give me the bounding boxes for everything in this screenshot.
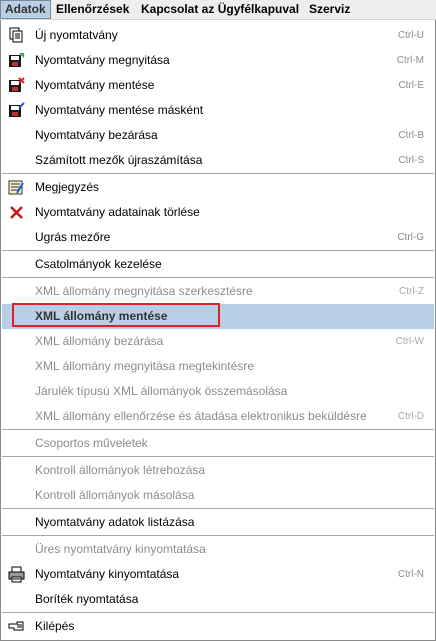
menu-item-shortcut: Ctrl-G	[397, 232, 424, 243]
menu-item-adatok-listazasa[interactable]: Nyomtatvány adatok listázása	[2, 510, 434, 535]
menu-item-shortcut: Ctrl-U	[397, 30, 424, 41]
save-as-floppy-icon	[9, 102, 25, 117]
menu-item-label: Boríték nyomtatása	[35, 592, 139, 606]
menu-item-nyomtatvany-kinyomtatasa[interactable]: Nyomtatvány kinyomtatása Ctrl-N	[2, 562, 434, 587]
menu-item-nyomtatvany-mentese[interactable]: Nyomtatvány mentése Ctrl-E	[2, 73, 434, 98]
menu-item-kontroll-masolasa[interactable]: Kontroll állományok másolása	[2, 483, 434, 508]
menu-item-label: Kontroll állományok másolása	[35, 488, 195, 502]
menu-item-csatolmanyok[interactable]: Csatolmányok kezelése	[2, 252, 434, 277]
menu-item-label: Nyomtatvány bezárása	[35, 128, 158, 142]
new-document-icon	[9, 27, 23, 43]
menu-item-label: Nyomtatvány mentése	[35, 78, 155, 92]
menu-item-ugras-mezore[interactable]: Ugrás mezőre Ctrl-G	[2, 225, 434, 250]
menu-item-nyomtatvany-bezarasa[interactable]: Nyomtatvány bezárása Ctrl-B	[2, 123, 434, 148]
menu-item-label: Nyomtatvány adatainak törlése	[35, 205, 200, 219]
menu-item-xml-megnyitasa-megtekintesre[interactable]: XML állomány megnyitása megtekintésre	[2, 354, 434, 379]
menu-bar: Adatok Ellenőrzések Kapcsolat az Ügyfélk…	[0, 0, 436, 20]
menu-item-kilepes[interactable]: Kilépés	[2, 614, 434, 639]
menu-item-jarulek-xml-osszemasolasa[interactable]: Járulék típusú XML állományok összemásol…	[2, 379, 434, 404]
menu-item-kontroll-letrehozasa[interactable]: Kontroll állományok létrehozása	[2, 458, 434, 483]
menu-item-nyomtatvany-megnyitasa[interactable]: Nyomtatvány megnyitása Ctrl-M	[2, 48, 434, 73]
menu-item-nyomtatvany-mentese-maskent[interactable]: Nyomtatvány mentése másként	[2, 98, 434, 123]
menu-item-label: Járulék típusú XML állományok összemásol…	[35, 384, 288, 398]
menu-item-label: Ugrás mezőre	[35, 230, 111, 244]
menu-item-xml-ellenorzese-atadasa[interactable]: XML állomány ellenőrzése és átadása elek…	[2, 404, 434, 429]
menu-item-shortcut: Ctrl-N	[397, 569, 424, 580]
menu-item-label: Számított mezők újraszámítása	[35, 153, 203, 167]
menu-item-boritek-nyomtatasa[interactable]: Boríték nyomtatása	[2, 587, 434, 612]
menu-item-label: XML állomány ellenőrzése és átadása elek…	[35, 409, 367, 423]
note-icon	[8, 180, 24, 195]
menu-item-label: Nyomtatvány megnyitása	[35, 53, 170, 67]
menu-item-label: XML állomány megnyitása megtekintésre	[35, 359, 254, 373]
menubar-item-szerviz[interactable]: Szerviz	[305, 0, 354, 19]
menu-item-csoportos-muveletek[interactable]: Csoportos műveletek	[2, 431, 434, 456]
menu-item-ures-kinyomtatasa[interactable]: Üres nyomtatvány kinyomtatása	[2, 537, 434, 562]
menu-item-label: Megjegyzés	[35, 180, 100, 194]
menu-item-label: Nyomtatvány adatok listázása	[35, 515, 195, 529]
exit-hand-icon	[8, 621, 24, 631]
menu-item-szamitott-mezok[interactable]: Számított mezők újraszámítása Ctrl-S	[2, 148, 434, 173]
menu-item-label: Kilépés	[35, 619, 75, 633]
menubar-item-adatok[interactable]: Adatok	[0, 0, 51, 19]
menu-item-label: Csatolmányok kezelése	[35, 257, 162, 271]
menu-item-shortcut: Ctrl-S	[398, 155, 424, 166]
menu-item-label: Nyomtatvány kinyomtatása	[35, 567, 180, 581]
open-floppy-icon	[9, 53, 24, 67]
menu-item-adatok-torlese[interactable]: Nyomtatvány adatainak törlése	[2, 200, 434, 225]
menu-item-xml-megnyitasa-szerkesztesre[interactable]: XML állomány megnyitása szerkesztésre Ct…	[2, 279, 434, 304]
menu-item-label: Új nyomtatvány	[35, 28, 118, 42]
menu-item-shortcut: Ctrl-W	[395, 336, 424, 347]
adatok-dropdown-menu: Új nyomtatvány Ctrl-U Nyomtatvány megnyi…	[0, 20, 436, 641]
menu-item-label: XML állomány megnyitása szerkesztésre	[35, 284, 253, 298]
menu-item-shortcut: Ctrl-M	[396, 55, 424, 66]
save-floppy-icon	[9, 77, 25, 92]
menu-item-uj-nyomtatvany[interactable]: Új nyomtatvány Ctrl-U	[2, 23, 434, 48]
menu-item-label: XML állomány mentése	[35, 309, 168, 323]
delete-x-icon	[10, 206, 23, 219]
menu-item-xml-bezarasa[interactable]: XML állomány bezárása Ctrl-W	[2, 329, 434, 354]
menubar-item-ellenorzesek[interactable]: Ellenőrzések	[52, 0, 133, 19]
menu-item-label: Csoportos műveletek	[35, 436, 148, 450]
menu-item-shortcut: Ctrl-D	[397, 411, 424, 422]
menu-item-label: XML állomány bezárása	[35, 334, 164, 348]
menu-item-label: Nyomtatvány mentése másként	[35, 103, 204, 117]
menu-item-label: Üres nyomtatvány kinyomtatása	[35, 542, 206, 556]
menu-item-xml-mentese[interactable]: XML állomány mentése	[2, 304, 434, 329]
menu-item-shortcut: Ctrl-B	[398, 130, 424, 141]
menu-item-label: Kontroll állományok létrehozása	[35, 463, 206, 477]
menu-item-megjegyzes[interactable]: Megjegyzés	[2, 175, 434, 200]
printer-icon	[8, 566, 25, 583]
menubar-item-ugyfelkapu[interactable]: Kapcsolat az Ügyfélkapuval	[137, 0, 303, 19]
menu-item-shortcut: Ctrl-Z	[399, 286, 424, 297]
menu-item-shortcut: Ctrl-E	[398, 80, 424, 91]
